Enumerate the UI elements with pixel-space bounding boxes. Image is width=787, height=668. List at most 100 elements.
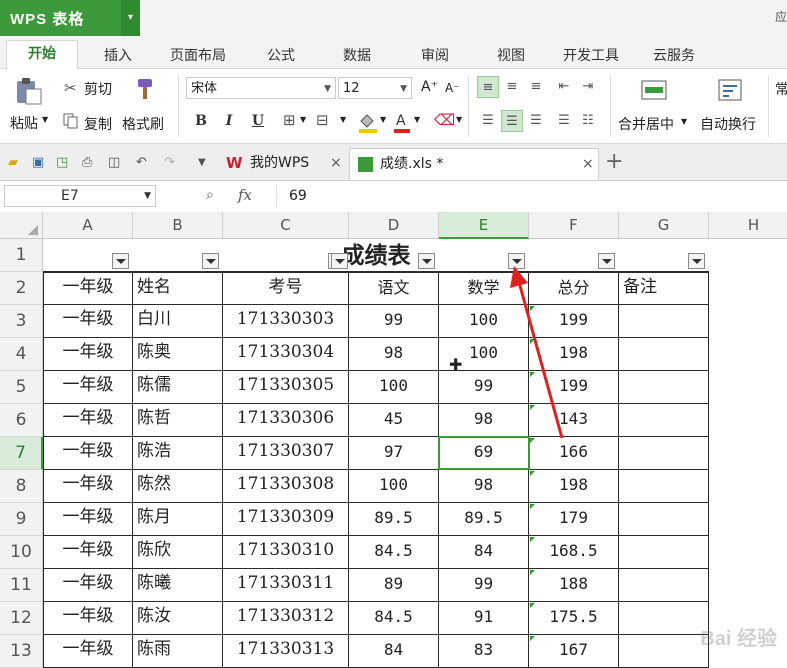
row-header-5[interactable]: 5	[0, 371, 43, 404]
cell-d7[interactable]: 97	[349, 437, 439, 470]
cell-b10[interactable]: 陈欣	[133, 536, 223, 569]
cell-g10[interactable]	[619, 536, 709, 569]
column-header-d[interactable]: D	[349, 212, 439, 239]
cell-c13[interactable]: 171330313	[223, 635, 349, 668]
align-middle-icon[interactable]: ≡	[501, 76, 523, 98]
cell-f13[interactable]: 167	[529, 635, 619, 668]
chevron-down-icon[interactable]: ▼	[456, 115, 462, 124]
chevron-down-icon[interactable]: ▼	[681, 117, 687, 126]
format-painter-icon[interactable]	[134, 77, 156, 101]
cell-a4[interactable]: 一年级	[43, 338, 133, 371]
cell-d9[interactable]: 89.5	[349, 503, 439, 536]
cell-g2[interactable]: 备注	[619, 272, 709, 305]
cell-f11[interactable]: 188	[529, 569, 619, 602]
align-bottom-icon[interactable]: ≡	[525, 76, 547, 98]
cell-d11[interactable]: 89	[349, 569, 439, 602]
column-header-e[interactable]: E	[439, 212, 529, 239]
row-header-2[interactable]: 2	[0, 272, 43, 305]
cell-b12[interactable]: 陈汝	[133, 602, 223, 635]
cell-b7[interactable]: 陈浩	[133, 437, 223, 470]
cell-f10[interactable]: 168.5	[529, 536, 619, 569]
tab-formulas[interactable]: 公式	[267, 45, 295, 65]
cell-a3[interactable]: 一年级	[43, 305, 133, 338]
cell-b8[interactable]: 陈然	[133, 470, 223, 503]
row-header-7[interactable]: 7	[0, 437, 43, 470]
new-tab-button[interactable]: +	[605, 149, 623, 174]
format-painter-button[interactable]: 格式刷	[122, 114, 164, 134]
cut-button[interactable]: 剪切	[84, 79, 112, 99]
cell-a13[interactable]: 一年级	[43, 635, 133, 668]
cell-c11[interactable]: 171330311	[223, 569, 349, 602]
cell-a2[interactable]: 一年级	[43, 272, 133, 305]
cell-g11[interactable]	[619, 569, 709, 602]
cell-d4[interactable]: 98	[349, 338, 439, 371]
cell-f9[interactable]: 179	[529, 503, 619, 536]
decrease-font-button[interactable]: A⁻	[445, 81, 460, 95]
italic-button[interactable]: I	[219, 111, 239, 131]
close-icon[interactable]: ×	[330, 148, 342, 178]
cell-a6[interactable]: 一年级	[43, 404, 133, 437]
redo-icon[interactable]: ↷	[164, 155, 175, 170]
top-right-label[interactable]: 应	[775, 8, 787, 25]
font-size-select[interactable]: 12 ▼	[338, 77, 412, 99]
cell-b6[interactable]: 陈哲	[133, 404, 223, 437]
cell-c9[interactable]: 171330309	[223, 503, 349, 536]
cell-f12[interactable]: 175.5	[529, 602, 619, 635]
row-header-4[interactable]: 4	[0, 338, 43, 371]
increase-font-button[interactable]: A⁺	[421, 79, 438, 95]
column-header-f[interactable]: F	[529, 212, 619, 239]
cell-d5[interactable]: 100	[349, 371, 439, 404]
cell-e8[interactable]: 98	[439, 470, 529, 503]
cell-b5[interactable]: 陈儒	[133, 371, 223, 404]
paste-button[interactable]: 粘贴	[10, 113, 38, 133]
cell-e13[interactable]: 83	[439, 635, 529, 668]
cell-g8[interactable]	[619, 470, 709, 503]
cell-a5[interactable]: 一年级	[43, 371, 133, 404]
tab-page-layout[interactable]: 页面布局	[170, 45, 226, 65]
clear-format-icon[interactable]: ⌫	[434, 111, 455, 129]
tab-home[interactable]: 开始	[6, 40, 78, 69]
decrease-indent-icon[interactable]: ⇤	[553, 76, 575, 98]
fx-icon[interactable]: fx	[238, 186, 252, 204]
cell-b9[interactable]: 陈月	[133, 503, 223, 536]
save-icon[interactable]: ▣	[32, 155, 44, 170]
cell-a12[interactable]: 一年级	[43, 602, 133, 635]
cell-g6[interactable]	[619, 404, 709, 437]
number-format-label[interactable]: 常	[775, 79, 787, 99]
cell-a8[interactable]: 一年级	[43, 470, 133, 503]
font-name-select[interactable]: 宋体 ▼	[186, 77, 336, 99]
merge-center-icon[interactable]	[641, 77, 667, 103]
app-menu-dropdown-icon[interactable]: ▾	[121, 0, 140, 36]
cell-d3[interactable]: 99	[349, 305, 439, 338]
align-top-icon[interactable]: ≡	[477, 76, 499, 98]
filter-dropdown-icon[interactable]	[202, 253, 219, 269]
chevron-down-icon[interactable]: ▼	[198, 157, 206, 168]
row-header-10[interactable]: 10	[0, 536, 43, 569]
cell-g9[interactable]	[619, 503, 709, 536]
filter-dropdown-icon[interactable]	[598, 253, 615, 269]
cell-c6[interactable]: 171330306	[223, 404, 349, 437]
cell-b4[interactable]: 陈奥	[133, 338, 223, 371]
copy-icon[interactable]	[63, 113, 79, 129]
doc-tab-grades[interactable]: 成绩.xls * ×	[349, 148, 599, 180]
cell-c7[interactable]: 171330307	[223, 437, 349, 470]
merge-center-button[interactable]: 合并居中	[618, 114, 674, 134]
scissors-icon[interactable]: ✂	[64, 79, 77, 97]
tab-cloud[interactable]: 云服务	[653, 45, 695, 65]
close-icon[interactable]: ×	[582, 149, 594, 179]
row-header-8[interactable]: 8	[0, 470, 43, 503]
font-color-icon[interactable]: A	[392, 111, 412, 133]
export-icon[interactable]: ◳	[56, 155, 68, 170]
cell-f8[interactable]: 198	[529, 470, 619, 503]
print-preview-icon[interactable]: ◫	[108, 155, 120, 170]
undo-icon[interactable]: ↶	[136, 155, 147, 170]
cell-a11[interactable]: 一年级	[43, 569, 133, 602]
cell-c5[interactable]: 171330305	[223, 371, 349, 404]
cell-a9[interactable]: 一年级	[43, 503, 133, 536]
merge-border-icon[interactable]: ⊟	[316, 111, 329, 129]
chevron-down-icon[interactable]: ▼	[340, 115, 346, 124]
tab-view[interactable]: 视图	[497, 45, 525, 65]
cell-g3[interactable]	[619, 305, 709, 338]
tab-insert[interactable]: 插入	[104, 45, 132, 65]
cell-c12[interactable]: 171330312	[223, 602, 349, 635]
